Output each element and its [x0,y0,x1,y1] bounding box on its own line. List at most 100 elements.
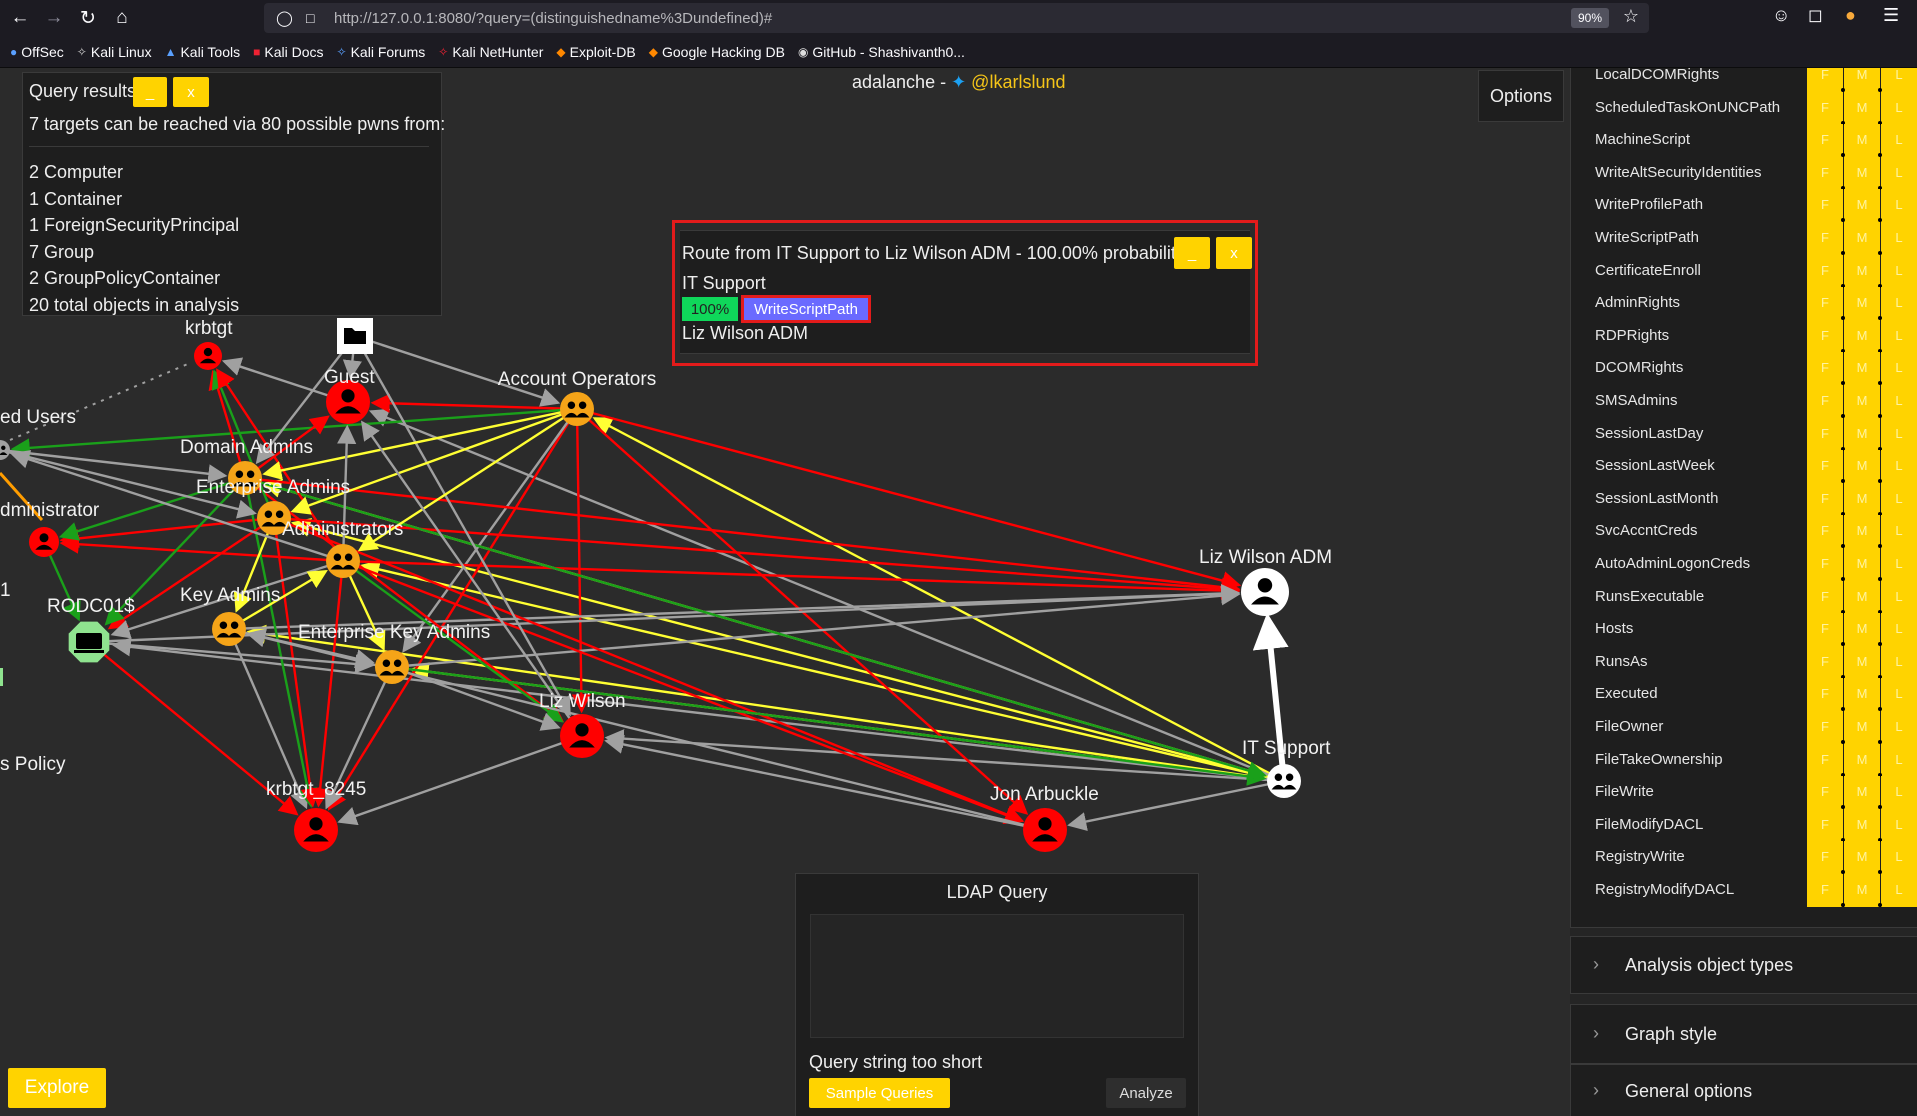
toggle-last-button[interactable]: L [1881,385,1917,418]
toggle-last-button[interactable]: L [1881,743,1917,777]
toggle-middle-button[interactable]: M [1844,385,1880,418]
edge-badge[interactable]: WriteScriptPath [741,295,871,323]
bookmark-item[interactable]: ▲ Kali Tools [165,44,241,60]
graph-edge[interactable] [1067,779,1285,832]
toggle-middle-button[interactable]: M [1844,417,1880,451]
graph-edge[interactable] [244,477,565,723]
menu-icon[interactable]: ☰ [1883,5,1899,26]
toggle-first-button[interactable]: F [1807,580,1843,614]
toggle-last-button[interactable]: L [1881,189,1917,222]
toggle-last-button[interactable]: L [1881,417,1917,451]
toggle-first-button[interactable]: F [1807,287,1843,320]
extensions-icon[interactable]: ◻ [1808,5,1823,26]
toggle-first-button[interactable]: F [1807,319,1843,353]
close-button[interactable]: x [173,77,209,107]
graph-edge[interactable] [342,559,1024,825]
toggle-middle-button[interactable]: M [1844,91,1880,125]
graph-edge[interactable] [337,734,583,826]
toggle-middle-button[interactable]: M [1844,874,1880,907]
toggle-first-button[interactable]: F [1807,156,1843,190]
graph-edge[interactable] [391,586,1241,669]
toggle-middle-button[interactable]: M [1844,645,1880,679]
bookmark-item[interactable]: ✧ Kali Linux [77,44,152,60]
toggle-last-button[interactable]: L [1881,68,1917,92]
zoom-level[interactable]: 90% [1570,8,1609,28]
bookmark-item[interactable]: ◆ Exploit-DB [556,44,635,60]
toggle-first-button[interactable]: F [1807,189,1843,222]
toggle-last-button[interactable]: L [1881,319,1917,353]
toggle-last-button[interactable]: L [1881,678,1917,711]
toggle-first-button[interactable]: F [1807,417,1843,451]
accordion-analysis-object-types[interactable]: › Analysis object types [1570,936,1917,994]
toggle-last-button[interactable]: L [1881,156,1917,190]
toggle-last-button[interactable]: L [1881,841,1917,874]
graph-node-accop[interactable]: Account Operators [498,369,656,426]
graph-node-guest[interactable]: Guest [324,367,375,424]
url-bar[interactable]: ◯ □ http://127.0.0.1:8080/?query=(distin… [264,3,1649,33]
toggle-first-button[interactable]: F [1807,613,1843,646]
graph-edge[interactable] [9,362,191,441]
graph-edge[interactable] [246,628,1046,832]
toggle-last-button[interactable]: L [1881,254,1917,288]
toggle-last-button[interactable]: L [1881,711,1917,744]
bookmark-item[interactable]: ◆ Google Hacking DB [649,44,785,60]
toggle-first-button[interactable]: F [1807,91,1843,125]
graph-edge[interactable] [571,408,591,714]
toggle-last-button[interactable]: L [1881,808,1917,842]
graph-edge[interactable] [391,665,561,731]
accordion-general-options[interactable]: › General options [1570,1064,1917,1116]
toggle-last-button[interactable]: L [1881,91,1917,125]
toggle-first-button[interactable]: F [1807,776,1843,809]
bookmark-item[interactable]: ✧ Kali Forums [337,44,426,60]
forward-icon[interactable]: → [40,4,68,32]
toggle-first-button[interactable]: F [1807,808,1843,842]
toggle-middle-button[interactable]: M [1844,254,1880,288]
toggle-first-button[interactable]: F [1807,743,1843,777]
bookmark-star-icon[interactable]: ☆ [1623,6,1639,27]
graph-edge[interactable] [604,729,1285,783]
ldap-query-input[interactable] [810,914,1184,1038]
toggle-last-button[interactable]: L [1881,222,1917,255]
toggle-first-button[interactable]: F [1807,645,1843,679]
graph-node-leftnum[interactable]: 1 [0,580,11,601]
toggle-last-button[interactable]: L [1881,352,1917,385]
toggle-last-button[interactable]: L [1881,874,1917,907]
graph-node-lizadm[interactable]: Liz Wilson ADM [1199,547,1332,616]
bookmark-item[interactable]: ● OffSec [10,44,64,60]
toggle-middle-button[interactable]: M [1844,743,1880,777]
toggle-first-button[interactable]: F [1807,515,1843,548]
explore-button[interactable]: Explore [8,1068,106,1108]
graph-node-policy[interactable]: s Policy [0,754,66,775]
home-icon[interactable]: ⌂ [108,4,136,32]
bookmark-item[interactable]: ■ Kali Docs [253,44,323,60]
graph-edge[interactable] [604,734,1046,832]
graph-edge[interactable] [391,665,1267,786]
url-text[interactable]: http://127.0.0.1:8080/?query=(distinguis… [334,10,772,27]
toggle-first-button[interactable]: F [1807,482,1843,516]
toggle-middle-button[interactable]: M [1844,352,1880,385]
toggle-first-button[interactable]: F [1807,711,1843,744]
graph-edge[interactable] [291,517,1285,783]
toggle-first-button[interactable]: F [1807,254,1843,288]
toggle-last-button[interactable]: L [1881,482,1917,516]
twitter-handle-link[interactable]: @lkarlslund [971,72,1065,92]
minimize-button[interactable]: _ [133,77,167,107]
back-icon[interactable]: ← [6,4,34,32]
options-button[interactable]: Options [1478,70,1564,122]
toggle-middle-button[interactable]: M [1844,776,1880,809]
toggle-middle-button[interactable]: M [1844,548,1880,581]
toggle-first-button[interactable]: F [1807,352,1843,385]
toggle-middle-button[interactable]: M [1844,841,1880,874]
toggle-last-button[interactable]: L [1881,515,1917,548]
graph-node-itsupport[interactable]: IT Support [1242,738,1331,798]
toggle-last-button[interactable]: L [1881,580,1917,614]
toggle-first-button[interactable]: F [1807,678,1843,711]
toggle-last-button[interactable]: L [1881,287,1917,320]
toggle-middle-button[interactable]: M [1844,515,1880,548]
analyze-button[interactable]: Analyze [1106,1078,1186,1108]
toggle-first-button[interactable]: F [1807,548,1843,581]
toggle-middle-button[interactable]: M [1844,222,1880,255]
toggle-first-button[interactable]: F [1807,68,1843,92]
graph-node-administrators[interactable]: Administrators [282,519,403,578]
toggle-middle-button[interactable]: M [1844,808,1880,842]
